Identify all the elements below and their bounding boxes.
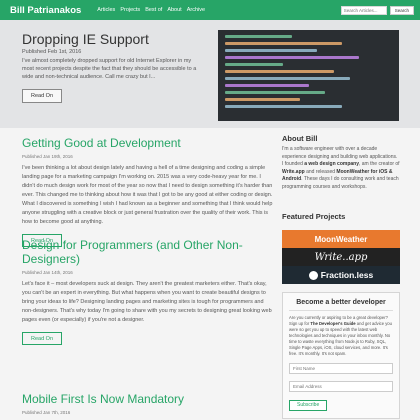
project-moonweather[interactable]: MoonWeather: [282, 230, 400, 248]
top-nav: Bill Patrianakos Articles Projects Best …: [0, 0, 420, 20]
read-on-button[interactable]: Read On: [22, 332, 62, 345]
about-link-company[interactable]: a web design company: [304, 161, 359, 167]
search-input[interactable]: [340, 5, 387, 15]
post-title[interactable]: Design for Programmers (and Other Non-De…: [22, 238, 274, 266]
newsletter-divider: [289, 310, 393, 311]
nav-link-articles[interactable]: Articles: [97, 7, 115, 13]
post-date: Published Jan 14th, 2016: [22, 270, 73, 275]
search-button[interactable]: Search: [389, 5, 414, 15]
post-item: Design for Programmers (and Other Non-De…: [22, 238, 274, 345]
newsletter-heading: Become a better developer: [296, 299, 386, 306]
post-item: Mobile First Is Now Mandatory Published …: [22, 392, 274, 415]
newsletter-box: Become a better developer Are you curren…: [282, 292, 400, 419]
post-excerpt: Let's face it – most developers suck at …: [22, 281, 272, 323]
developers-guide-link[interactable]: The Developer's Guide: [310, 321, 355, 326]
hero-code-image: [218, 30, 399, 121]
post-date: Published Jan 19th, 2016: [22, 154, 73, 159]
newsletter-text: Are you currently or aspiring to be a gr…: [289, 315, 392, 356]
hero-excerpt: I've almost completely dropped support f…: [22, 58, 197, 80]
nav-link-archive[interactable]: Archive: [187, 7, 205, 13]
about-text: I'm a software engineer with over a deca…: [282, 146, 400, 190]
site-brand[interactable]: Bill Patrianakos: [10, 5, 81, 16]
nav-links: Articles Projects Best of About Archive: [97, 7, 205, 13]
email-field[interactable]: [289, 381, 393, 392]
nav-link-best-of[interactable]: Best of: [145, 7, 162, 13]
post-item: Getting Good at Development Published Ja…: [22, 136, 274, 247]
nav-link-about[interactable]: About: [167, 7, 181, 13]
fraction-logo-icon: [308, 270, 318, 280]
about-link-write[interactable]: Write.app: [282, 169, 305, 175]
hero-feature: Dropping IE Support Published Feb 1st, 2…: [0, 20, 420, 128]
projects-heading: Featured Projects: [282, 212, 346, 221]
post-date: Published Jan 7th, 2016: [22, 410, 71, 415]
hero-text: Dropping IE Support Published Feb 1st, 2…: [22, 30, 202, 103]
post-title[interactable]: Mobile First Is Now Mandatory: [22, 392, 274, 406]
project-write[interactable]: Write..app: [282, 248, 400, 266]
first-name-field[interactable]: [289, 363, 393, 374]
hero-read-on-button[interactable]: Read On: [22, 89, 62, 103]
nav-link-projects[interactable]: Projects: [120, 7, 140, 13]
project-fractionless[interactable]: Fraction.less: [282, 266, 400, 284]
hero-date: Published Feb 1st, 2016: [22, 49, 82, 55]
post-title[interactable]: Getting Good at Development: [22, 136, 274, 150]
search-area: Search: [340, 5, 414, 15]
subscribe-button[interactable]: Subscribe: [289, 399, 328, 411]
hero-title[interactable]: Dropping IE Support: [22, 30, 202, 48]
post-excerpt: I've been thinking a lot about design la…: [22, 165, 273, 225]
about-heading: About Bill: [282, 134, 318, 143]
